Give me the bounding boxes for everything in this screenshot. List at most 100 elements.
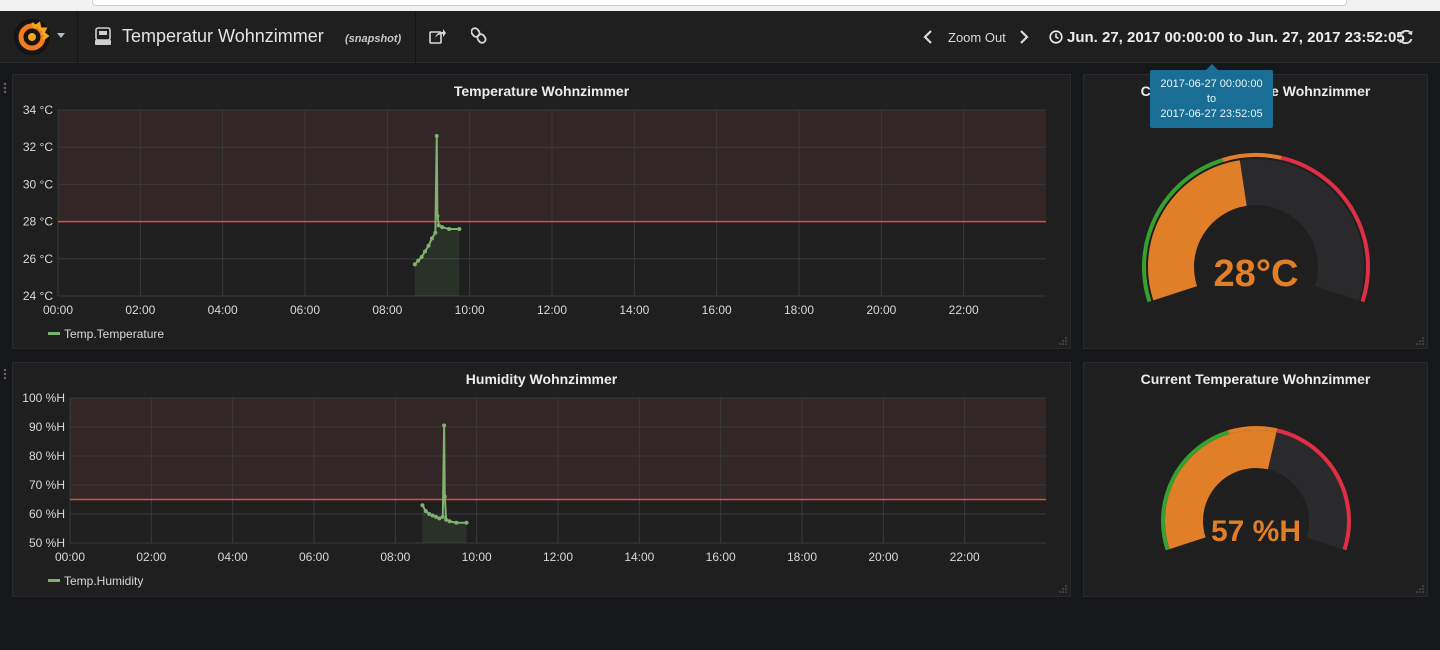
data-point[interactable] bbox=[429, 236, 434, 241]
x-tick-label: 20:00 bbox=[866, 303, 896, 317]
humidity-graph-panel: Humidity Wohnzimmer 50 %H 60 %H 70 %H 80 %H… bbox=[12, 362, 1071, 597]
snapshot-label: (snapshot) bbox=[345, 33, 402, 45]
time-zoom-controls: Zoom Out bbox=[918, 11, 1038, 63]
x-tick-label: 12:00 bbox=[537, 303, 567, 317]
x-tick-label: 00:00 bbox=[43, 303, 73, 317]
x-tick-label: 06:00 bbox=[290, 303, 320, 317]
y-tick-label: 80 %H bbox=[29, 449, 65, 463]
data-point[interactable] bbox=[435, 214, 440, 219]
x-tick-label: 04:00 bbox=[208, 303, 238, 317]
x-tick-label: 12:00 bbox=[543, 550, 573, 564]
x-tick-label: 22:00 bbox=[950, 550, 980, 564]
share-icon[interactable] bbox=[429, 27, 447, 50]
data-point[interactable] bbox=[454, 520, 459, 525]
link-icon[interactable] bbox=[470, 27, 487, 50]
data-point[interactable] bbox=[423, 509, 428, 514]
temperature-graph-panel: Temperature Wohnzimmer 24 °C 26 °C 28 °C 30… bbox=[12, 74, 1071, 349]
humidity-gauge-panel: Current Temperature Wohnzimmer 57 %H bbox=[1083, 362, 1428, 597]
y-tick-label: 32 °C bbox=[23, 140, 53, 154]
data-point[interactable] bbox=[442, 494, 447, 499]
x-tick-label: 18:00 bbox=[784, 303, 814, 317]
tooltip-from: 2017-06-27 00:00:00 bbox=[1160, 78, 1263, 90]
chevron-right-icon[interactable] bbox=[1018, 29, 1030, 50]
data-point[interactable] bbox=[423, 249, 428, 254]
dashboard-title[interactable]: Temperatur Wohnzimmer bbox=[122, 26, 324, 47]
chevron-left-icon[interactable] bbox=[922, 29, 934, 50]
y-tick-label: 26 °C bbox=[23, 252, 53, 266]
x-tick-label: 10:00 bbox=[455, 303, 485, 317]
humidity-chart[interactable]: 50 %H 60 %H 70 %H 80 %H 90 %H 100 %H 00:00 02:0… bbox=[13, 363, 1072, 573]
legend-label: Temp.Humidity bbox=[64, 574, 144, 588]
resize-handle-icon[interactable] bbox=[1059, 585, 1067, 593]
legend-label: Temp.Temperature bbox=[64, 327, 165, 341]
y-tick-label: 50 %H bbox=[29, 536, 65, 550]
data-point[interactable] bbox=[434, 134, 439, 139]
y-tick-label: 60 %H bbox=[29, 507, 65, 521]
zoom-out-button[interactable]: Zoom Out bbox=[948, 30, 1006, 45]
grafana-logo-icon bbox=[14, 19, 50, 55]
grafana-menu-button[interactable] bbox=[0, 11, 78, 63]
time-range-picker[interactable]: Jun. 27, 2017 00:00:00 to Jun. 27, 2017 … bbox=[1049, 29, 1405, 48]
x-tick-label: 22:00 bbox=[949, 303, 979, 317]
x-tick-label: 16:00 bbox=[702, 303, 732, 317]
data-point[interactable] bbox=[447, 227, 452, 232]
clock-icon bbox=[1049, 30, 1063, 48]
temperature-chart[interactable]: 24 °C 26 °C 28 °C 30 °C 32 °C 34 °C 00:00 02:00… bbox=[13, 75, 1072, 325]
data-point[interactable] bbox=[464, 520, 469, 525]
data-point[interactable] bbox=[442, 423, 447, 428]
y-tick-label: 34 °C bbox=[23, 103, 53, 117]
x-tick-label: 20:00 bbox=[868, 550, 898, 564]
row-drag-handle[interactable] bbox=[3, 82, 7, 94]
data-point[interactable] bbox=[436, 223, 441, 228]
dashboard-title-area[interactable]: Temperatur Wohnzimmer (snapshot) bbox=[78, 11, 416, 63]
y-tick-label: 70 %H bbox=[29, 478, 65, 492]
y-tick-label: 30 °C bbox=[23, 177, 53, 191]
x-tick-label: 06:00 bbox=[299, 550, 329, 564]
row-drag-handle[interactable] bbox=[3, 368, 7, 380]
resize-handle-icon[interactable] bbox=[1416, 585, 1424, 593]
y-tick-label: 24 °C bbox=[23, 289, 53, 303]
browser-url-bar[interactable] bbox=[92, 0, 1347, 6]
legend-swatch bbox=[48, 332, 60, 335]
y-tick-label: 28 °C bbox=[23, 215, 53, 229]
data-point[interactable] bbox=[433, 230, 438, 235]
gauge-value: 28°C bbox=[1214, 253, 1299, 295]
x-tick-label: 02:00 bbox=[136, 550, 166, 564]
time-range-tooltip: 2017-06-27 00:00:00 to 2017-06-27 23:52:… bbox=[1150, 64, 1273, 128]
data-point[interactable] bbox=[416, 258, 421, 263]
x-tick-label: 00:00 bbox=[55, 550, 85, 564]
x-tick-label: 08:00 bbox=[380, 550, 410, 564]
tooltip-to-word: to bbox=[1206, 93, 1217, 105]
tooltip-to: 2017-06-27 23:52:05 bbox=[1160, 108, 1263, 120]
data-point[interactable] bbox=[426, 243, 431, 248]
y-tick-label: 100 %H bbox=[22, 391, 65, 405]
x-tick-label: 02:00 bbox=[125, 303, 155, 317]
legend-item[interactable]: Temp.Humidity bbox=[48, 574, 143, 588]
x-tick-label: 04:00 bbox=[218, 550, 248, 564]
data-point[interactable] bbox=[420, 503, 425, 508]
gauge-value: 57 %H bbox=[1211, 515, 1301, 548]
browser-top-strip bbox=[0, 0, 1440, 11]
legend-item[interactable]: Temp.Temperature bbox=[48, 327, 164, 341]
x-tick-label: 10:00 bbox=[462, 550, 492, 564]
humidity-gauge: 57 %H bbox=[1161, 426, 1351, 551]
data-point[interactable] bbox=[457, 227, 462, 232]
data-point[interactable] bbox=[440, 514, 445, 519]
x-tick-label: 18:00 bbox=[787, 550, 817, 564]
x-tick-label: 08:00 bbox=[372, 303, 402, 317]
chevron-down-icon bbox=[57, 33, 65, 38]
data-point[interactable] bbox=[412, 262, 417, 267]
data-point[interactable] bbox=[419, 254, 424, 259]
time-range-label: Jun. 27, 2017 00:00:00 to Jun. 27, 2017 … bbox=[1067, 29, 1405, 46]
data-point[interactable] bbox=[440, 225, 445, 230]
refresh-icon[interactable] bbox=[1397, 28, 1415, 51]
dashboard-icon bbox=[94, 27, 112, 52]
resize-handle-icon[interactable] bbox=[1416, 337, 1424, 345]
x-tick-label: 16:00 bbox=[706, 550, 736, 564]
top-navbar: Temperatur Wohnzimmer (snapshot) Zoom Ou… bbox=[0, 11, 1440, 63]
x-tick-label: 14:00 bbox=[624, 550, 654, 564]
x-tick-label: 14:00 bbox=[619, 303, 649, 317]
data-point[interactable] bbox=[447, 519, 452, 524]
resize-handle-icon[interactable] bbox=[1059, 337, 1067, 345]
y-tick-label: 90 %H bbox=[29, 420, 65, 434]
